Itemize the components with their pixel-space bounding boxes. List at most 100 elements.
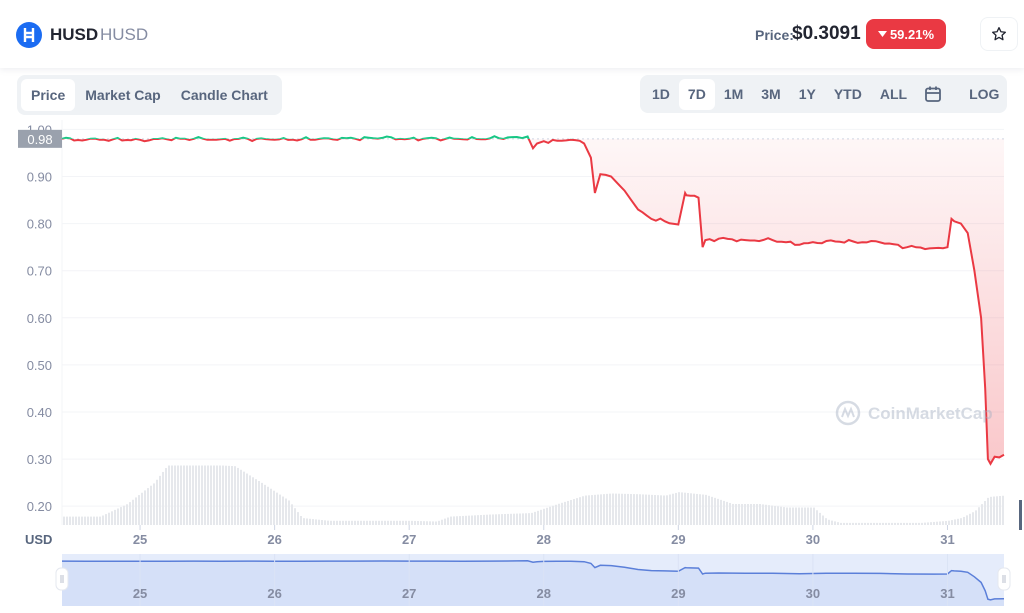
volume-bar [372, 520, 374, 525]
range-ytd[interactable]: YTD [825, 79, 871, 110]
volume-bar [294, 508, 296, 525]
volume-bar [528, 513, 530, 525]
volume-bar [81, 516, 83, 525]
volume-bar [591, 495, 593, 525]
volume-bar [702, 494, 704, 525]
volume-bar [465, 515, 467, 525]
volume-bar [276, 492, 278, 525]
volume-bar [627, 493, 629, 525]
volume-bar [732, 503, 734, 525]
volume-bar [231, 466, 233, 525]
volume-bar [264, 484, 266, 525]
volume-bar [393, 520, 395, 525]
volume-bar [882, 522, 884, 525]
range-1d[interactable]: 1D [643, 79, 679, 110]
navigator-x-tick-label: 30 [806, 586, 820, 601]
volume-bar [621, 493, 623, 525]
volume-bar [747, 504, 749, 525]
volume-bar [576, 498, 578, 525]
volume-bar [843, 522, 845, 525]
range-7d[interactable]: 7D [678, 78, 715, 110]
navigator[interactable]: 25 26 27 28 29 30 31 [55, 554, 1011, 606]
volume-bar [936, 521, 938, 525]
volume-bar [144, 490, 146, 525]
volume-bar [285, 498, 287, 525]
range-1m[interactable]: 1M [715, 79, 752, 110]
volume-bar [912, 522, 914, 525]
volume-bar [150, 485, 152, 525]
date-range-button[interactable] [916, 79, 950, 110]
volume-bar [729, 502, 731, 525]
volume-bar [714, 497, 716, 525]
volume-bar [906, 522, 908, 525]
volume-bar [309, 518, 311, 525]
volume-bar [639, 494, 641, 525]
volume-bar [213, 465, 215, 525]
volume-bar [537, 510, 539, 525]
volume-bar [387, 520, 389, 525]
volume-bar [492, 514, 494, 525]
log-scale-toggle[interactable]: LOG [960, 79, 1008, 110]
volume-bar [75, 516, 77, 525]
volume-bar [330, 520, 332, 525]
range-1y[interactable]: 1Y [790, 79, 825, 110]
y-axis: 0.200.300.400.500.600.700.800.901.00 [27, 122, 52, 514]
volume-bar [369, 520, 371, 525]
volume-bar [204, 465, 206, 525]
volume-bar [825, 518, 827, 525]
volume-bar [777, 506, 779, 525]
tab-price[interactable]: Price [21, 79, 76, 111]
volume-bar [345, 520, 347, 525]
volume-bar [975, 510, 977, 525]
navigator-x-tick-label: 28 [537, 586, 551, 601]
caret-down-icon [877, 31, 887, 37]
volume-bar [744, 504, 746, 525]
volume-bar [429, 521, 431, 525]
x-axis: 25 26 27 28 29 30 31 [133, 525, 955, 547]
volume-bar [993, 496, 995, 525]
volume-bar [954, 519, 956, 525]
volume-bar [867, 522, 869, 525]
volume-bar [489, 514, 491, 525]
volume-bar [84, 516, 86, 525]
volume-bar [516, 513, 518, 525]
range-all[interactable]: ALL [871, 79, 916, 110]
watchlist-star-button[interactable] [980, 17, 1018, 51]
navigator-x-tick-label: 31 [940, 586, 954, 601]
volume-bar [378, 520, 380, 525]
volume-bar [984, 501, 986, 525]
volume-bar [834, 521, 836, 525]
volume-bar [153, 483, 155, 525]
volume-bar [807, 507, 809, 525]
volume-bar [450, 516, 452, 525]
volume-bar [96, 516, 98, 525]
reference-price-tag: 0.98 [18, 129, 62, 148]
volume-bar [741, 504, 743, 525]
volume-bar [684, 492, 686, 525]
volume-bar [420, 521, 422, 525]
volume-bar [102, 515, 104, 525]
price-label: Price: [755, 27, 794, 43]
volume-bar [699, 494, 701, 525]
volume-bar [549, 506, 551, 525]
volume-bar [654, 495, 656, 525]
volume-bar [753, 504, 755, 525]
tab-market-cap[interactable]: Market Cap [75, 79, 170, 111]
navigator-left-handle[interactable] [55, 567, 69, 591]
tab-candle-chart[interactable]: Candle Chart [171, 79, 278, 111]
scrollbar[interactable] [1019, 500, 1022, 530]
y-axis-unit-label: USD [25, 532, 52, 547]
navigator-right-handle[interactable] [997, 567, 1011, 591]
y-tick-label: 0.50 [27, 358, 52, 373]
volume-bar [966, 515, 968, 525]
range-3m[interactable]: 3M [752, 79, 789, 110]
x-tick-label: 29 [671, 532, 685, 547]
volume-bar [846, 522, 848, 525]
navigator-x-tick-label: 27 [402, 586, 416, 601]
volume-bar [864, 522, 866, 525]
volume-bar [999, 496, 1001, 525]
volume-bar [246, 473, 248, 525]
volume-bar [903, 522, 905, 525]
volume-bar [324, 520, 326, 525]
volume-bar [810, 507, 812, 525]
